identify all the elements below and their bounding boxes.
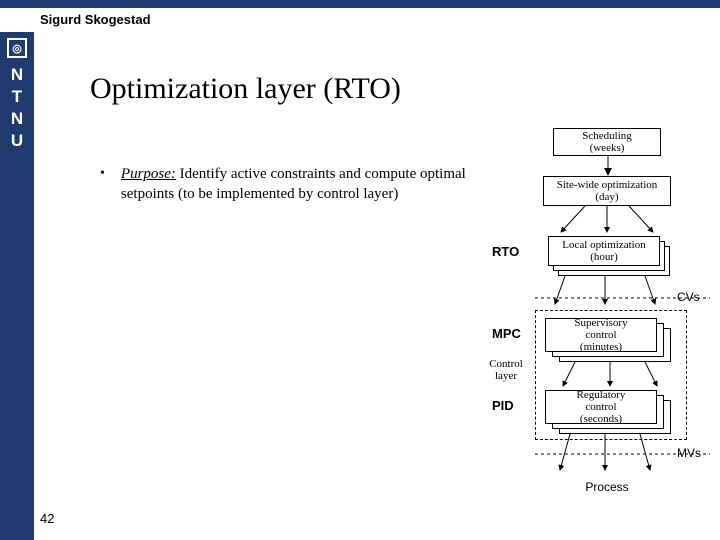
bullet-marker: • bbox=[100, 164, 105, 205]
rto-tag: RTO bbox=[492, 244, 519, 259]
author-name: Sigurd Skogestad bbox=[40, 12, 151, 27]
body-text: • Purpose: Identify active constraints a… bbox=[100, 164, 480, 205]
ntnu-letter: U bbox=[11, 130, 23, 152]
pid-tag: PID bbox=[492, 398, 514, 413]
control-hierarchy-diagram: Scheduling(weeks) Site-wide optimization… bbox=[495, 128, 710, 528]
slide-number: 42 bbox=[40, 511, 54, 526]
arrow-icon bbox=[607, 156, 609, 176]
supervisory-stack: Supervisorycontrol(minutes) bbox=[545, 318, 670, 358]
regulatory-box: Regulatorycontrol(seconds) bbox=[545, 390, 657, 424]
arrows-fan-icon bbox=[495, 206, 705, 236]
regulatory-stack: Regulatorycontrol(seconds) bbox=[545, 390, 670, 430]
ntnu-letter: N bbox=[11, 108, 23, 130]
control-layer-label: Controllayer bbox=[481, 358, 531, 382]
mpc-tag: MPC bbox=[492, 326, 521, 341]
arrows-mvs-icon bbox=[535, 434, 710, 474]
ntnu-letter: T bbox=[11, 86, 23, 108]
arrows-sr-icon bbox=[545, 362, 685, 390]
slide-title: Optimization layer (RTO) bbox=[90, 72, 401, 106]
arrows-dashed-icon bbox=[535, 276, 710, 308]
header-bar bbox=[0, 0, 720, 8]
scheduling-box: Scheduling(weeks) bbox=[553, 128, 661, 156]
sitewide-box: Site-wide optimization(day) bbox=[543, 176, 671, 206]
bullet-content: Purpose: Identify active constraints and… bbox=[121, 164, 480, 205]
local-opt-stack: Local optimization(hour) bbox=[548, 236, 673, 276]
local-opt-box: Local optimization(hour) bbox=[548, 236, 660, 266]
supervisory-box: Supervisorycontrol(minutes) bbox=[545, 318, 657, 352]
ntnu-letters: N T N U bbox=[11, 64, 23, 152]
ntnu-logo-icon: ◎ bbox=[7, 38, 27, 58]
process-label: Process bbox=[577, 480, 637, 494]
ntnu-sidebar: ◎ N T N U bbox=[0, 32, 34, 540]
purpose-lead: Purpose: bbox=[121, 166, 176, 182]
ntnu-letter: N bbox=[11, 64, 23, 86]
